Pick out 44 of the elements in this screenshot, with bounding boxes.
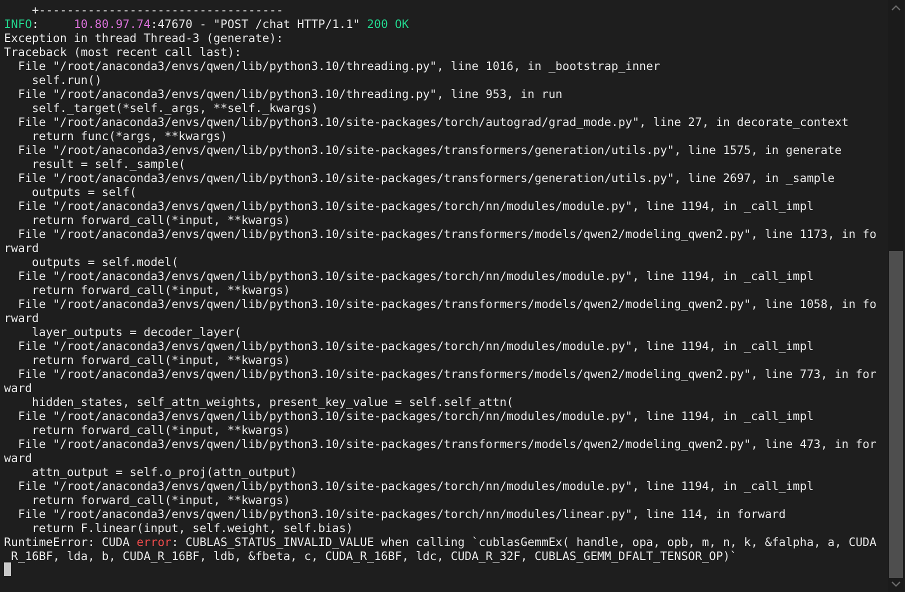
terminal-line: outputs = self.model( <box>30 255 180 269</box>
scroll-up-icon[interactable] <box>891 5 901 11</box>
terminal-line: attn_output = self.o_proj(attn_output) <box>30 465 298 479</box>
terminal-line: File "/root/anaconda3/envs/qwen/lib/python3.10/site-packages/torch/nn/modules/module.py", line 1194, in _call_impl <box>16 269 815 283</box>
terminal-line: INFO: 10.80.97.74:47670 - "POST /chat HTTP/1.1" 200 OK <box>4 17 410 31</box>
text-cursor <box>4 563 11 576</box>
terminal-line: File "/root/anaconda3/envs/qwen/lib/python3.10/site-packages/torch/nn/modules/linear.py", line 114, in forward <box>16 507 787 521</box>
terminal-line: rward <box>4 311 40 325</box>
terminal-line: File "/root/anaconda3/envs/qwen/lib/python3.10/site-packages/transformers/models/qwen2/modeling_qwen2.py", line 473, in for <box>16 437 878 451</box>
terminal-line: rward <box>4 241 40 255</box>
terminal-line: outputs = self( <box>30 185 138 199</box>
terminal-line: return forward_call(*input, **kwargs) <box>30 423 292 437</box>
terminal-line: ward <box>4 451 33 465</box>
terminal-line: File "/root/anaconda3/envs/qwen/lib/python3.10/site-packages/torch/nn/modules/module.py", line 1194, in _call_impl <box>16 479 815 493</box>
terminal-line: File "/root/anaconda3/envs/qwen/lib/python3.10/site-packages/transformers/generation/utils.py", line 2697, in _sample <box>16 171 836 185</box>
terminal-line: File "/root/anaconda3/envs/qwen/lib/python3.10/threading.py", line 953, in run <box>16 87 564 101</box>
terminal-line: return forward_call(*input, **kwargs) <box>30 353 292 367</box>
terminal-line: File "/root/anaconda3/envs/qwen/lib/python3.10/site-packages/torch/autograd/grad_mode.py", line 27, in decorate_context <box>16 115 850 129</box>
terminal-line: ward <box>4 381 33 395</box>
terminal-line: return forward_call(*input, **kwargs) <box>30 493 292 507</box>
terminal-line: layer_outputs = decoder_layer( <box>30 325 242 339</box>
terminal-line: return forward_call(*input, **kwargs) <box>30 283 292 297</box>
terminal-line: File "/root/anaconda3/envs/qwen/lib/python3.10/site-packages/torch/nn/modules/module.py", line 1194, in _call_impl <box>16 199 815 213</box>
terminal-line: File "/root/anaconda3/envs/qwen/lib/python3.10/site-packages/transformers/models/qwen2/modeling_qwen2.py", line 1173, in fo <box>16 227 878 241</box>
terminal-line: hidden_states, self_attn_weights, present_key_value = self.self_attn( <box>30 395 515 409</box>
terminal-line: File "/root/anaconda3/envs/qwen/lib/python3.10/threading.py", line 1016, in _bootstrap_inner <box>16 59 662 73</box>
scrollbar-thumb[interactable] <box>889 250 903 578</box>
terminal-line: Exception in thread Thread-3 (generate): <box>4 31 284 45</box>
terminal-line: File "/root/anaconda3/envs/qwen/lib/python3.10/site-packages/transformers/generation/utils.py", line 1575, in generate <box>16 143 843 157</box>
terminal-line: File "/root/anaconda3/envs/qwen/lib/python3.10/site-packages/transformers/models/qwen2/modeling_qwen2.py", line 1058, in fo <box>16 297 878 311</box>
terminal-line: return func(*args, **kwargs) <box>30 129 228 143</box>
terminal-line: File "/root/anaconda3/envs/qwen/lib/python3.10/site-packages/transformers/models/qwen2/modeling_qwen2.py", line 773, in for <box>16 367 878 381</box>
scroll-down-icon[interactable] <box>891 581 901 587</box>
terminal-line: return forward_call(*input, **kwargs) <box>30 213 292 227</box>
terminal-line: File "/root/anaconda3/envs/qwen/lib/python3.10/site-packages/torch/nn/modules/module.py", line 1194, in _call_impl <box>16 339 815 353</box>
terminal-line: +----------------------------------- <box>30 3 284 17</box>
terminal-line: result = self._sample( <box>30 157 186 171</box>
terminal-line: self.run() <box>30 73 103 87</box>
terminal-line: self._target(*self._args, **self._kwargs) <box>30 101 320 115</box>
terminal-line: _R_16BF, lda, b, CUDA_R_16BF, ldb, &fbeta, c, CUDA_R_16BF, ldc, CUDA_R_32F, CUBLAS_GEMM_DFALT_TENSOR_OP)` <box>4 549 738 563</box>
terminal-line: Traceback (most recent call last): <box>4 45 242 59</box>
terminal-line: File "/root/anaconda3/envs/qwen/lib/python3.10/site-packages/torch/nn/modules/module.py", line 1194, in _call_impl <box>16 409 815 423</box>
terminal-line: RuntimeError: CUDA error: CUBLAS_STATUS_INVALID_VALUE when calling `cublasGemmEx( handle, opa, opb, m, n, k, &falpha, a, CUDA <box>4 535 878 549</box>
terminal-line: return F.linear(input, self.weight, self.bias) <box>30 521 354 535</box>
